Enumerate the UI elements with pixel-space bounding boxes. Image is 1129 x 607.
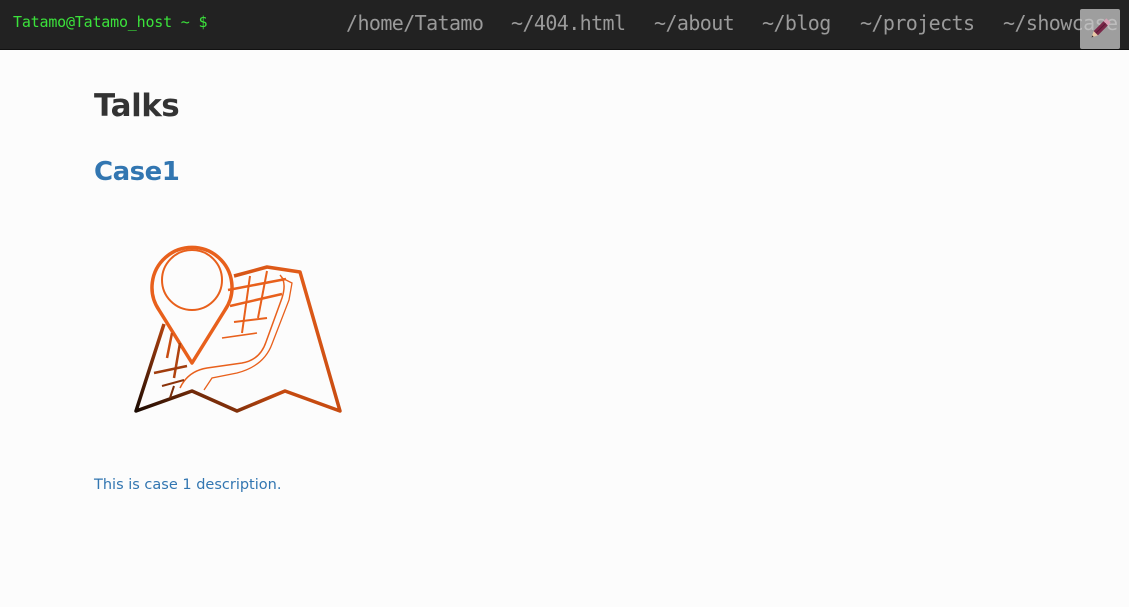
map-pin-icon[interactable] xyxy=(132,238,344,416)
case-title-link[interactable]: Case1 xyxy=(94,157,180,187)
nav-link-blog[interactable]: ~/blog xyxy=(762,11,831,35)
nav-link-home[interactable]: /home/Tatamo xyxy=(346,11,484,35)
nav-link-about[interactable]: ~/about xyxy=(654,11,735,35)
case-description: This is case 1 description. xyxy=(94,476,282,493)
nav-links: /home/Tatamo ~/404.html ~/about ~/blog ~… xyxy=(0,0,1129,49)
nav-link-projects[interactable]: ~/projects xyxy=(860,11,975,35)
pencil-icon xyxy=(1091,18,1111,38)
nav-link-404[interactable]: ~/404.html xyxy=(511,11,626,35)
page-title: Talks xyxy=(94,88,180,124)
top-navbar: Tatamo@Tatamo_host ~ $ /home/Tatamo ~/40… xyxy=(0,0,1129,50)
edit-button[interactable] xyxy=(1080,9,1120,49)
